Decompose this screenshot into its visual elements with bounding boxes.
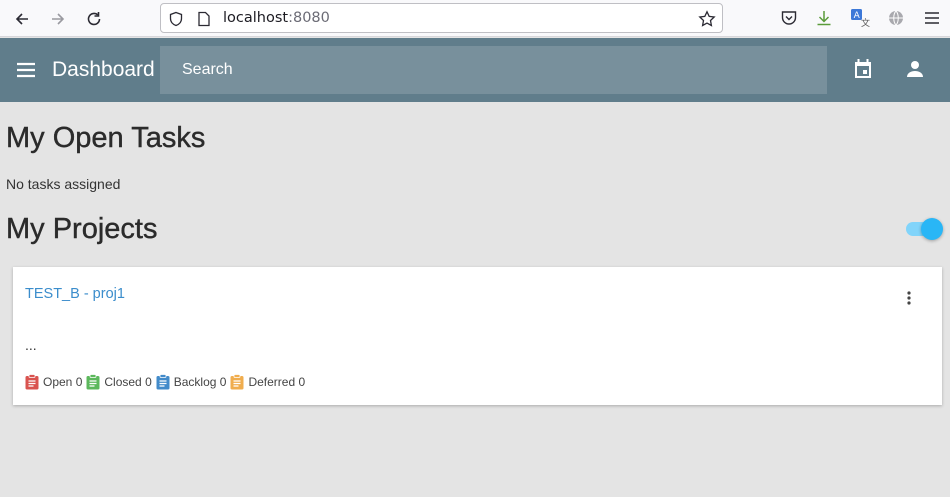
search-input[interactable] bbox=[160, 46, 827, 94]
stat-backlog[interactable]: Backlog 0 bbox=[156, 374, 227, 390]
stat-open[interactable]: Open 0 bbox=[25, 374, 82, 390]
projects-heading: My Projects bbox=[6, 213, 158, 245]
url-bar[interactable]: localhost:8080 bbox=[160, 3, 723, 33]
url-port: :8080 bbox=[288, 10, 330, 26]
page-icon[interactable] bbox=[195, 10, 213, 28]
shield-icon[interactable] bbox=[167, 10, 185, 28]
stat-closed[interactable]: Closed 0 bbox=[86, 374, 152, 390]
reload-icon bbox=[87, 12, 101, 26]
project-stats: Open 0 Closed 0 Backlog 0 Deferred 0 bbox=[25, 374, 309, 390]
account-button[interactable] bbox=[902, 56, 928, 82]
toggle-knob bbox=[921, 218, 943, 240]
project-card: TEST_B - proj1 ... Open 0 Closed 0 Backl… bbox=[13, 267, 942, 405]
clipboard-icon bbox=[25, 374, 39, 390]
translate-icon[interactable]: A文 bbox=[850, 8, 870, 28]
projects-toggle[interactable] bbox=[906, 218, 943, 240]
download-icon[interactable] bbox=[814, 8, 834, 28]
url-host: localhost bbox=[223, 10, 289, 26]
clipboard-icon bbox=[156, 374, 170, 390]
menu-icon bbox=[17, 62, 35, 78]
stat-open-label: Open 0 bbox=[43, 375, 83, 389]
app-bar: Dashboard bbox=[0, 38, 950, 102]
project-title-link[interactable]: TEST_B - proj1 bbox=[25, 286, 125, 302]
calendar-icon bbox=[855, 59, 871, 78]
reload-button[interactable] bbox=[81, 6, 107, 32]
back-button[interactable] bbox=[9, 6, 35, 32]
stat-deferred-label: Deferred 0 bbox=[248, 375, 306, 389]
arrow-left-icon bbox=[15, 13, 28, 25]
stat-closed-label: Closed 0 bbox=[104, 375, 152, 389]
svg-text:文: 文 bbox=[861, 17, 870, 28]
stat-backlog-label: Backlog 0 bbox=[173, 375, 227, 389]
search-box bbox=[160, 46, 827, 94]
svg-text:A: A bbox=[854, 11, 861, 21]
hamburger-menu-icon[interactable] bbox=[922, 8, 942, 28]
stat-deferred[interactable]: Deferred 0 bbox=[230, 374, 305, 390]
project-description: ... bbox=[25, 337, 37, 353]
person-icon bbox=[907, 61, 923, 77]
globe-icon[interactable] bbox=[886, 8, 906, 28]
bookmark-star-icon[interactable] bbox=[698, 10, 716, 28]
url-text[interactable]: localhost:8080 bbox=[223, 10, 330, 26]
open-tasks-heading: My Open Tasks bbox=[6, 122, 206, 154]
browser-toolbar: localhost:8080 A文 bbox=[0, 0, 950, 37]
arrow-right-icon bbox=[52, 13, 65, 25]
forward-button[interactable] bbox=[45, 6, 71, 32]
menu-button[interactable] bbox=[14, 58, 38, 82]
calendar-button[interactable] bbox=[850, 56, 876, 82]
more-vertical-icon bbox=[907, 291, 911, 305]
card-more-button[interactable] bbox=[897, 286, 921, 310]
no-tasks-text: No tasks assigned bbox=[6, 176, 121, 192]
clipboard-icon bbox=[86, 374, 100, 390]
clipboard-icon bbox=[230, 374, 244, 390]
app-title: Dashboard bbox=[52, 58, 155, 81]
pocket-icon[interactable] bbox=[779, 8, 799, 28]
